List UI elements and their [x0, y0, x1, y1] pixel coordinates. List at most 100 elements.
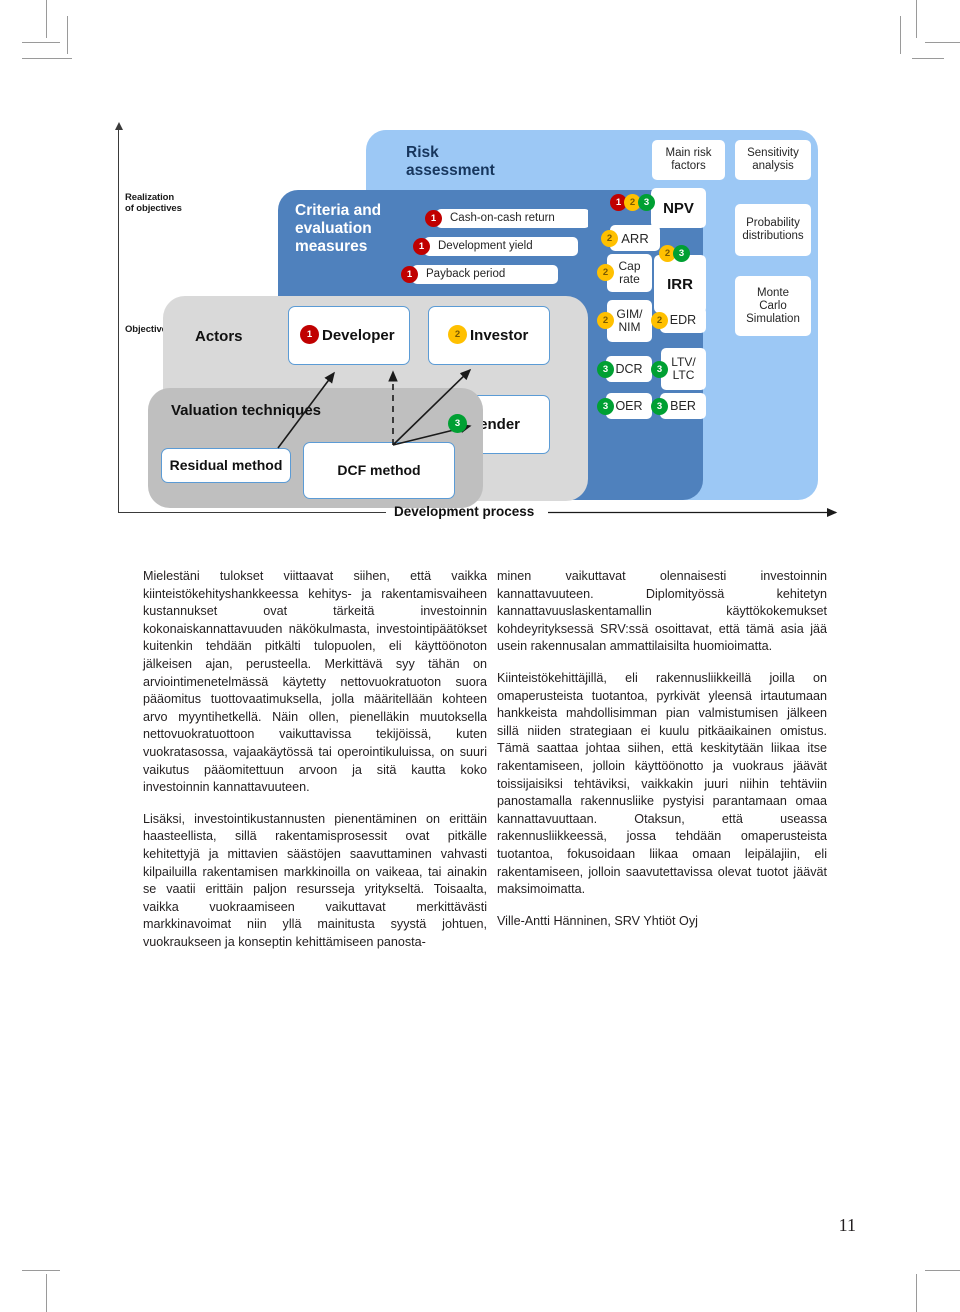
sensitivity-analysis-line1: Sensitivity [747, 147, 799, 159]
risk-box-probability-distributions: Probability distributions [735, 204, 811, 256]
monte-carlo-line3: Simulation [746, 312, 800, 325]
criteria-title-line1: Criteria and [295, 202, 382, 219]
x-axis-right-segment [548, 507, 838, 518]
crop-mark-top-right-h2 [912, 58, 944, 59]
article-signature: Ville-Antti Hänninen, SRV Yhtiöt Oyj [497, 913, 698, 928]
crop-mark-top-right-v2 [900, 16, 901, 54]
badge-criteria-2: 1 [413, 238, 430, 255]
right-paragraph-2: Kiinteistökehittäjillä, eli rakennusliik… [497, 670, 827, 897]
y-axis-top-label: Realization of objectives [125, 192, 182, 214]
valuation-box-residual-method: Residual method [161, 448, 291, 483]
badge-lender-3: 3 [448, 414, 467, 433]
risk-title-line2: assessment [406, 162, 495, 179]
badge-label: 3 [678, 248, 685, 259]
badge-label: 2 [602, 315, 609, 326]
badge-label: 1 [430, 213, 437, 224]
badge-label: 2 [606, 233, 613, 244]
crop-mark-bottom-right-h [925, 1270, 960, 1271]
cap-rate-line2: rate [619, 272, 640, 286]
badge-label: 3 [643, 197, 650, 208]
badge-irr-3: 3 [673, 245, 690, 262]
crop-mark-top-left-h2 [22, 58, 72, 59]
actor-label-investor: Investor [470, 327, 529, 344]
badge-investor-2: 2 [448, 325, 467, 344]
risk-box-monte-carlo-simulation: Monte Carlo Simulation [735, 276, 811, 336]
main-risk-factors-line2: factors [671, 160, 706, 172]
x-axis-left-segment [118, 512, 386, 513]
crop-mark-top-left-v [46, 0, 47, 38]
criteria-box-cash-on-cash-return: Cash-on-cash return [436, 209, 590, 228]
valuation-techniques-title: Valuation techniques [171, 402, 322, 419]
valuation-box-dcf-method: DCF method [303, 442, 455, 499]
badge-oer-3: 3 [597, 398, 614, 415]
y-axis-line [118, 130, 119, 513]
article-right-column: minen vaikuttavat olennaisesti investoin… [497, 568, 827, 930]
framework-diagram: Realization of objectives Objectives Ris… [115, 108, 848, 548]
monte-carlo-line2: Carlo [759, 299, 787, 312]
badge-label: 1 [306, 329, 313, 340]
main-risk-factors-line1: Main risk [665, 147, 712, 159]
crop-mark-bottom-left-v [46, 1274, 47, 1312]
badge-criteria-1: 1 [425, 210, 442, 227]
badge-label: 3 [602, 401, 609, 412]
badge-dcr-3: 3 [597, 361, 614, 378]
page-number: 11 [838, 1215, 856, 1235]
badge-label: 2 [454, 329, 461, 340]
measure-box-irr: IRR [654, 255, 706, 313]
left-paragraph-2: Lisäksi, investointikustannusten pienent… [143, 811, 487, 949]
cap-rate-line1: Cap [618, 259, 641, 273]
probability-distributions-line2: distributions [742, 230, 804, 242]
actors-panel-title: Actors [195, 328, 243, 345]
badge-ber-3: 3 [651, 398, 668, 415]
probability-distributions-line1: Probability [746, 217, 800, 229]
badge-label: 2 [602, 267, 609, 278]
measure-box-npv: NPV [651, 188, 706, 228]
badge-ltv-ltc-3: 3 [651, 361, 668, 378]
badge-label: 1 [615, 197, 622, 208]
criteria-box-payback-period: Payback period [412, 265, 558, 284]
y-axis-top-label-line1: Realization [125, 192, 175, 203]
risk-box-sensitivity-analysis: Sensitivity analysis [735, 140, 811, 180]
y-axis-arrowhead [115, 122, 123, 130]
badge-label: 3 [602, 364, 609, 375]
x-axis-label: Development process [394, 504, 535, 519]
crop-mark-bottom-left-h [22, 1270, 60, 1271]
risk-box-main-risk-factors: Main risk factors [652, 140, 725, 180]
badge-cap-rate-2: 2 [597, 264, 614, 281]
risk-title-line1: Risk [406, 144, 439, 161]
left-paragraph-1: Mielestäni tulokset viittaavat siihen, e… [143, 569, 487, 795]
crop-mark-top-right-v [916, 0, 917, 38]
gim-nim-line2: NIM [618, 320, 641, 334]
badge-developer-1: 1 [300, 325, 319, 344]
risk-assessment-title: Risk assessment [406, 144, 556, 180]
badge-criteria-3: 1 [401, 266, 418, 283]
y-axis-top-label-line2: of objectives [125, 203, 182, 214]
badge-label: 3 [656, 364, 663, 375]
badge-label: 2 [656, 315, 663, 326]
badge-gim-nim-2: 2 [597, 312, 614, 329]
gim-nim-line1: GIM/ [616, 307, 643, 321]
ltv-ltc-line1: LTV/ [671, 355, 696, 369]
badge-label: 3 [656, 401, 663, 412]
badge-label: 1 [418, 241, 425, 252]
badge-npv-3: 3 [638, 194, 655, 211]
criteria-title-line2: evaluation [295, 220, 372, 237]
crop-mark-bottom-right-v [916, 1274, 917, 1312]
crop-mark-top-left-v2 [67, 16, 68, 54]
badge-arr-2: 2 [601, 230, 618, 247]
ltv-ltc-line2: LTC [672, 368, 695, 382]
crop-mark-top-left-h [22, 42, 60, 43]
crop-mark-top-right-h [925, 42, 960, 43]
criteria-box-development-yield: Development yield [424, 237, 578, 256]
monte-carlo-line1: Monte [757, 286, 789, 299]
right-paragraph-1: minen vaikuttavat olennaisesti investoin… [497, 569, 827, 654]
badge-label: 3 [454, 418, 461, 429]
badge-label: 2 [629, 197, 636, 208]
article-left-column: Mielestäni tulokset viittaavat siihen, e… [143, 568, 487, 951]
badge-edr-2: 2 [651, 312, 668, 329]
sensitivity-analysis-line2: analysis [752, 160, 794, 172]
actor-label-developer: Developer [322, 327, 395, 344]
criteria-title-line3: measures [295, 238, 368, 255]
badge-label: 1 [406, 269, 413, 280]
badge-label: 2 [664, 248, 671, 259]
